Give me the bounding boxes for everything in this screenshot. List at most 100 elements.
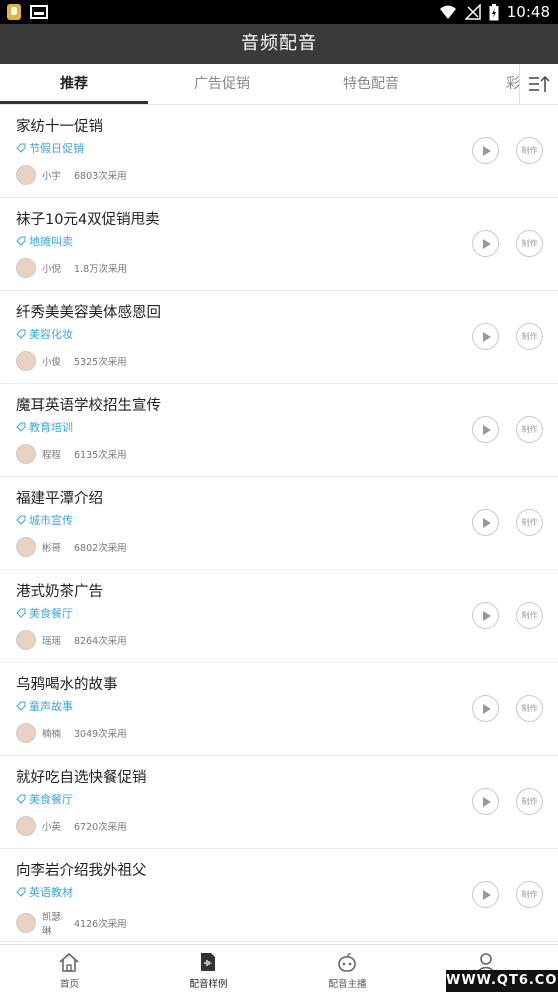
list-item[interactable]: 港式奶茶广告 美食餐厅 瑶瑶 8264次采用 制作 [0,570,558,663]
item-meta: 小倪 1.8万次采用 [16,258,127,278]
item-usage-count: 4126次采用 [74,919,127,930]
item-usage-count: 1.8万次采用 [74,264,128,275]
item-tag-label: 英语教材 [29,886,73,899]
tab-featured-dubbing[interactable]: 特色配音 [297,64,445,104]
avatar[interactable] [16,723,36,743]
item-tag[interactable]: 美容化妆 [16,326,73,342]
item-title: 向李岩介绍我外祖父 [16,863,147,879]
item-author: 小英 [42,822,62,833]
nav-anchors-label: 配音主播 [328,979,367,990]
item-tag-label: 教育培训 [29,421,73,434]
sample-list: 家纺十一促销 节假日促销 小宇 6803次采用 制作 袜子10元4双促销甩卖 地… [0,105,558,942]
make-button[interactable]: 制作 [516,695,543,722]
app-bar: 音频配音 [0,24,558,64]
avatar[interactable] [16,630,36,650]
make-button[interactable]: 制作 [516,509,543,536]
play-button[interactable] [472,137,499,164]
avatar[interactable] [16,913,36,933]
play-button[interactable] [472,323,499,350]
screen-notification-icon [30,5,48,19]
item-tag-label: 童声故事 [29,700,73,713]
tag-icon [16,236,26,246]
audio-sample-icon [201,953,215,971]
play-icon [482,517,491,528]
play-button[interactable] [472,230,499,257]
play-icon [482,424,491,435]
item-author: 小俊 [42,357,62,368]
item-meta: 小俊 5325次采用 [16,351,127,371]
home-icon [59,952,79,972]
battery-icon [489,3,499,20]
item-tag[interactable]: 城市宣传 [16,512,73,528]
item-tag[interactable]: 教育培训 [16,419,73,435]
make-button[interactable]: 制作 [516,416,543,443]
item-tag[interactable]: 美食餐厅 [16,791,73,807]
wifi-icon [439,5,456,19]
item-title: 福建平潭介绍 [16,491,103,507]
make-button[interactable]: 制作 [516,788,543,815]
list-item[interactable]: 魔耳英语学校招生宣传 教育培训 程程 6135次采用 制作 [0,384,558,477]
play-icon [482,610,491,621]
avatar[interactable] [16,351,36,371]
item-title: 家纺十一促销 [16,119,103,135]
tab-ad-promo[interactable]: 广告促销 [148,64,296,104]
nav-home[interactable]: 首页 [0,945,139,993]
item-tag[interactable]: 童声故事 [16,698,73,714]
nav-home-label: 首页 [59,979,79,990]
avatar[interactable] [16,537,36,557]
list-item[interactable]: 乌鸦喝水的故事 童声故事 楠楠 3049次采用 制作 [0,663,558,756]
list-item[interactable]: 家纺十一促销 节假日促销 小宇 6803次采用 制作 [0,105,558,198]
item-author: 瑶瑶 [42,636,62,647]
no-signal-icon [464,4,481,20]
make-button[interactable]: 制作 [516,323,543,350]
tag-icon [16,887,26,897]
nav-anchors[interactable]: 配音主播 [278,945,417,993]
tag-icon [16,329,26,339]
status-bar: 10:48 [0,0,558,24]
make-button[interactable]: 制作 [516,602,543,629]
avatar[interactable] [16,444,36,464]
play-button[interactable] [472,509,499,536]
item-tag[interactable]: 地摊叫卖 [16,233,73,249]
list-item[interactable]: 袜子10元4双促销甩卖 地摊叫卖 小倪 1.8万次采用 制作 [0,198,558,291]
list-item[interactable]: 向李岩介绍我外祖父 英语教材 凯瑟琳 4126次采用 制作 [0,849,558,942]
avatar[interactable] [16,816,36,836]
make-button[interactable]: 制作 [516,881,543,908]
list-item[interactable]: 纤秀美美容美体感恩回 美容化妆 小俊 5325次采用 制作 [0,291,558,384]
tag-icon [16,608,26,618]
play-button[interactable] [472,695,499,722]
avatar[interactable] [16,165,36,185]
item-tag[interactable]: 节假日促销 [16,140,84,156]
item-tag-label: 美食餐厅 [29,607,73,620]
item-title: 纤秀美美容美体感恩回 [16,305,161,321]
item-tag[interactable]: 英语教材 [16,884,73,900]
tag-icon [16,515,26,525]
page-title: 音频配音 [241,33,317,54]
tag-icon [16,794,26,804]
nav-audio-samples[interactable]: 配音样例 [139,945,278,993]
play-button[interactable] [472,416,499,443]
play-button[interactable] [472,602,499,629]
play-button[interactable] [472,788,499,815]
item-tag[interactable]: 美食餐厅 [16,605,73,621]
make-button[interactable]: 制作 [516,230,543,257]
list-item[interactable]: 就好吃自选快餐促销 美食餐厅 小英 6720次采用 制作 [0,756,558,849]
item-meta: 小英 6720次采用 [16,816,127,836]
play-button[interactable] [472,881,499,908]
item-author: 程程 [42,450,62,461]
tab-recommended[interactable]: 推荐 [0,64,148,104]
avatar[interactable] [16,258,36,278]
item-tag-label: 美食餐厅 [29,793,73,806]
status-time: 10:48 [506,3,550,21]
make-button[interactable]: 制作 [516,137,543,164]
item-usage-count: 3049次采用 [74,729,127,740]
item-usage-count: 6720次采用 [74,822,127,833]
play-icon [482,331,491,342]
list-item[interactable]: 福建平潭介绍 城市宣传 彬哥 6802次采用 制作 [0,477,558,570]
item-title: 乌鸦喝水的故事 [16,677,118,693]
tab-sort-menu-button[interactable] [519,64,558,104]
item-meta: 楠楠 3049次采用 [16,723,127,743]
item-title: 港式奶茶广告 [16,584,103,600]
item-title: 魔耳英语学校招生宣传 [16,398,161,414]
item-tag-label: 地摊叫卖 [29,235,73,248]
